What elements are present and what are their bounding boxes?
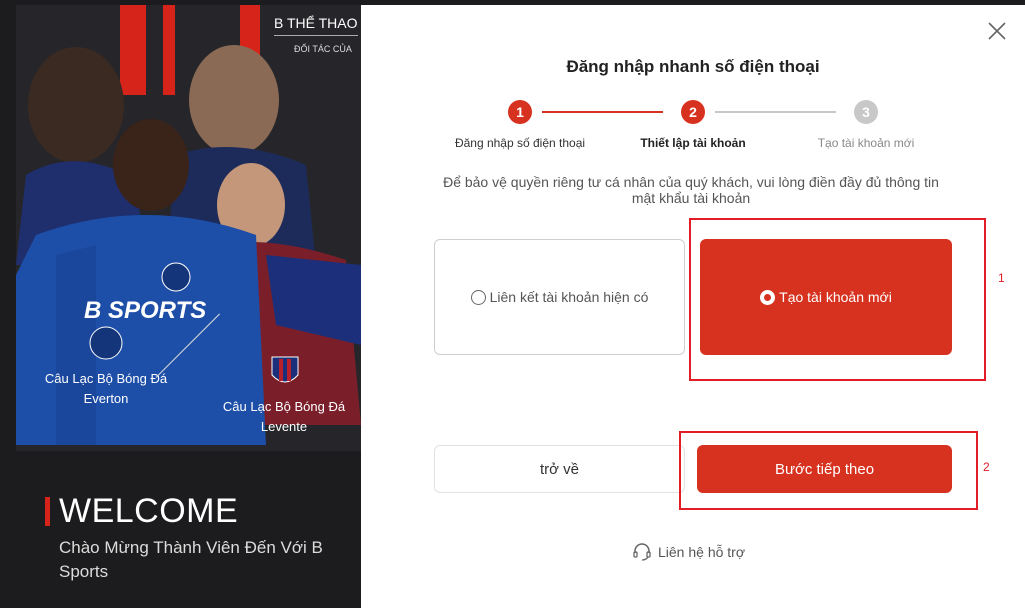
step-3-circle: 3 — [854, 100, 878, 124]
step-3-label: Tạo tài khoản mới — [817, 136, 915, 150]
annotation-box-2 — [679, 431, 978, 510]
welcome-accent-bar — [45, 497, 50, 526]
step-connector — [542, 111, 663, 113]
jersey-sponsor-text: B SPORTS — [84, 297, 207, 324]
option-link-existing-account[interactable]: Liên kết tài khoản hiện có — [434, 239, 685, 355]
step-connector — [715, 111, 836, 113]
promo-panel: B THỂ THAO ĐỐI TÁC CỦA B SPORTS Câu Lạc … — [16, 5, 361, 451]
club-label-everton: Câu Lạc Bộ Bóng Đá Everton — [44, 371, 168, 406]
step-1-circle: 1 — [508, 100, 532, 124]
login-modal: Đăng nhập nhanh số điện thoại 1 2 3 Đăng… — [361, 5, 1025, 608]
back-button[interactable]: trở về — [434, 445, 685, 493]
modal-title: Đăng nhập nhanh số điện thoại — [566, 57, 820, 76]
close-icon[interactable] — [986, 20, 1008, 42]
annotation-number-1: 1 — [998, 271, 1005, 285]
welcome-heading: WELCOME — [59, 492, 239, 530]
contact-support-link[interactable]: Liên hệ hỗ trợ — [632, 542, 745, 562]
option-link-label: Liên kết tài khoản hiện có — [489, 289, 649, 305]
welcome-subtitle: Chào Mừng Thành Viên Đến Với B Sports — [59, 538, 323, 581]
step-1-label: Đăng nhập số điện thoại — [454, 136, 586, 150]
radio-unchecked-icon — [470, 289, 486, 305]
step-2-label: Thiết lập tài khoản — [640, 136, 746, 150]
annotation-number-2: 2 — [983, 460, 990, 474]
levante-crest-icon — [271, 356, 299, 383]
app-window: B THỂ THAO ĐỐI TÁC CỦA B SPORTS Câu Lạc … — [0, 0, 1025, 608]
privacy-description: Để bảo vệ quyền riêng tư cá nhân của quý… — [443, 174, 939, 206]
club-label-levente: Câu Lạc Bộ Bóng Đá Levente — [222, 399, 346, 434]
headset-icon — [633, 543, 651, 561]
step-2-circle: 2 — [681, 100, 705, 124]
support-label: Liên hệ hỗ trợ — [658, 544, 746, 560]
annotation-box-1 — [689, 218, 986, 381]
